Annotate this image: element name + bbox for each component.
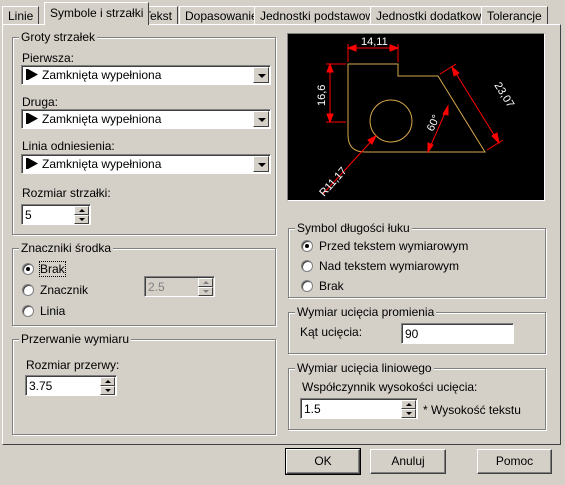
- spin-down-icon[interactable]: [401, 409, 416, 418]
- arrowheads-title: Groty strzałek: [19, 30, 98, 44]
- radio-label: Brak: [319, 279, 344, 293]
- spin-up-icon[interactable]: [100, 377, 115, 386]
- break-size-label: Rozmiar przerwy:: [26, 358, 120, 372]
- radius-jog-title: Wymiar ucięcia promienia: [295, 305, 437, 319]
- linear-jog-title: Wymiar ucięcia liniowego: [295, 361, 434, 375]
- preview-drawing: 14,11 16,6 23,07 60° R11,17: [316, 36, 516, 199]
- jog-angle-input[interactable]: 90: [401, 323, 514, 344]
- radio-label: Linia: [40, 304, 66, 318]
- closed-filled-arrow-icon: [26, 69, 38, 80]
- center-marks-title: Znaczniki środka: [19, 241, 114, 255]
- radio-indicator[interactable]: [22, 305, 34, 317]
- radio-indicator[interactable]: [301, 240, 313, 252]
- jog-angle-value: 90: [405, 327, 419, 341]
- dimension-break-title: Przerwanie wymiaru: [19, 332, 132, 346]
- chevron-down-icon[interactable]: [253, 156, 269, 172]
- part-outline: [347, 63, 486, 153]
- dim-text-top: 14,11: [361, 36, 388, 48]
- cancel-button[interactable]: Anuluj: [370, 449, 446, 474]
- tab-alternate-units[interactable]: Jednostki dodatkowe: [370, 6, 495, 24]
- radio-indicator[interactable]: [301, 260, 313, 272]
- spin-down-icon[interactable]: [74, 215, 89, 224]
- leader-arrow-label: Linia odniesienia:: [22, 139, 115, 153]
- tab-lines[interactable]: Linie: [2, 6, 40, 24]
- jog-factor-value: 1.5: [304, 402, 321, 416]
- arc-length-symbol-title: Symbol długości łuku: [295, 221, 412, 235]
- radio-label: Brak: [39, 261, 66, 277]
- spin-up-icon[interactable]: [74, 206, 89, 215]
- first-arrow-dropdown[interactable]: Zamknięta wypełniona: [21, 65, 271, 85]
- dim-text-left: 16,6: [316, 85, 328, 106]
- break-size-stepper[interactable]: 3.75: [25, 375, 117, 396]
- leader-arrow-value: Zamknięta wypełniona: [42, 157, 162, 171]
- jog-factor-stepper[interactable]: 1.5: [300, 398, 418, 419]
- chevron-down-icon[interactable]: [253, 67, 269, 83]
- tab-symbols-arrows[interactable]: Symbole i strzałki: [44, 2, 150, 25]
- help-button[interactable]: Pomoc: [477, 449, 552, 474]
- center-mark-size-stepper: 2.5: [144, 276, 215, 297]
- arrow-size-stepper[interactable]: 5: [21, 204, 91, 225]
- leader-arrow-dropdown[interactable]: Zamknięta wypełniona: [21, 154, 271, 174]
- dimension-preview: 14,11 16,6 23,07 60° R11,17: [287, 33, 545, 201]
- tab-fit[interactable]: Dopasowanie: [179, 6, 264, 24]
- dim-text-radius: R11,17: [317, 165, 349, 199]
- jog-factor-label: Współczynnik wysokości ucięcia:: [302, 380, 478, 394]
- spin-up-icon[interactable]: [401, 400, 416, 409]
- ok-button[interactable]: OK: [285, 448, 361, 475]
- closed-filled-arrow-icon: [26, 113, 38, 124]
- tab-primary-units[interactable]: Jednostki podstawowe: [254, 6, 387, 24]
- radio-label: Przed tekstem wymiarowym: [319, 239, 469, 253]
- first-arrow-value: Zamknięta wypełniona: [42, 68, 162, 82]
- spin-down-icon[interactable]: [100, 386, 115, 395]
- radio-label: Znacznik: [40, 283, 89, 297]
- tab-tolerances[interactable]: Tolerancje: [481, 6, 548, 24]
- spin-up-icon: [198, 278, 213, 287]
- closed-filled-arrow-icon: [26, 158, 38, 169]
- second-arrow-label: Druga:: [22, 95, 59, 109]
- first-arrow-label: Pierwsza:: [22, 51, 75, 65]
- center-mark-size-value: 2.5: [148, 280, 165, 294]
- arrow-size-label: Rozmiar strzałki:: [22, 186, 111, 200]
- chevron-down-icon[interactable]: [253, 111, 269, 127]
- dim-text-slant: 23,07: [491, 80, 516, 110]
- second-arrow-dropdown[interactable]: Zamknięta wypełniona: [21, 109, 271, 129]
- jog-factor-suffix: * Wysokość tekstu: [423, 403, 521, 417]
- second-arrow-value: Zamknięta wypełniona: [42, 112, 162, 126]
- break-size-value: 3.75: [29, 379, 53, 393]
- arrow-size-value: 5: [25, 208, 32, 222]
- radio-indicator[interactable]: [22, 284, 34, 296]
- radio-indicator[interactable]: [301, 280, 313, 292]
- radio-label: Nad tekstem wymiarowym: [319, 259, 460, 273]
- radio-indicator[interactable]: [22, 263, 34, 275]
- dim-text-angle: 60°: [425, 113, 443, 133]
- spin-down-icon: [198, 287, 213, 296]
- jog-angle-label: Kąt ucięcia:: [300, 325, 363, 339]
